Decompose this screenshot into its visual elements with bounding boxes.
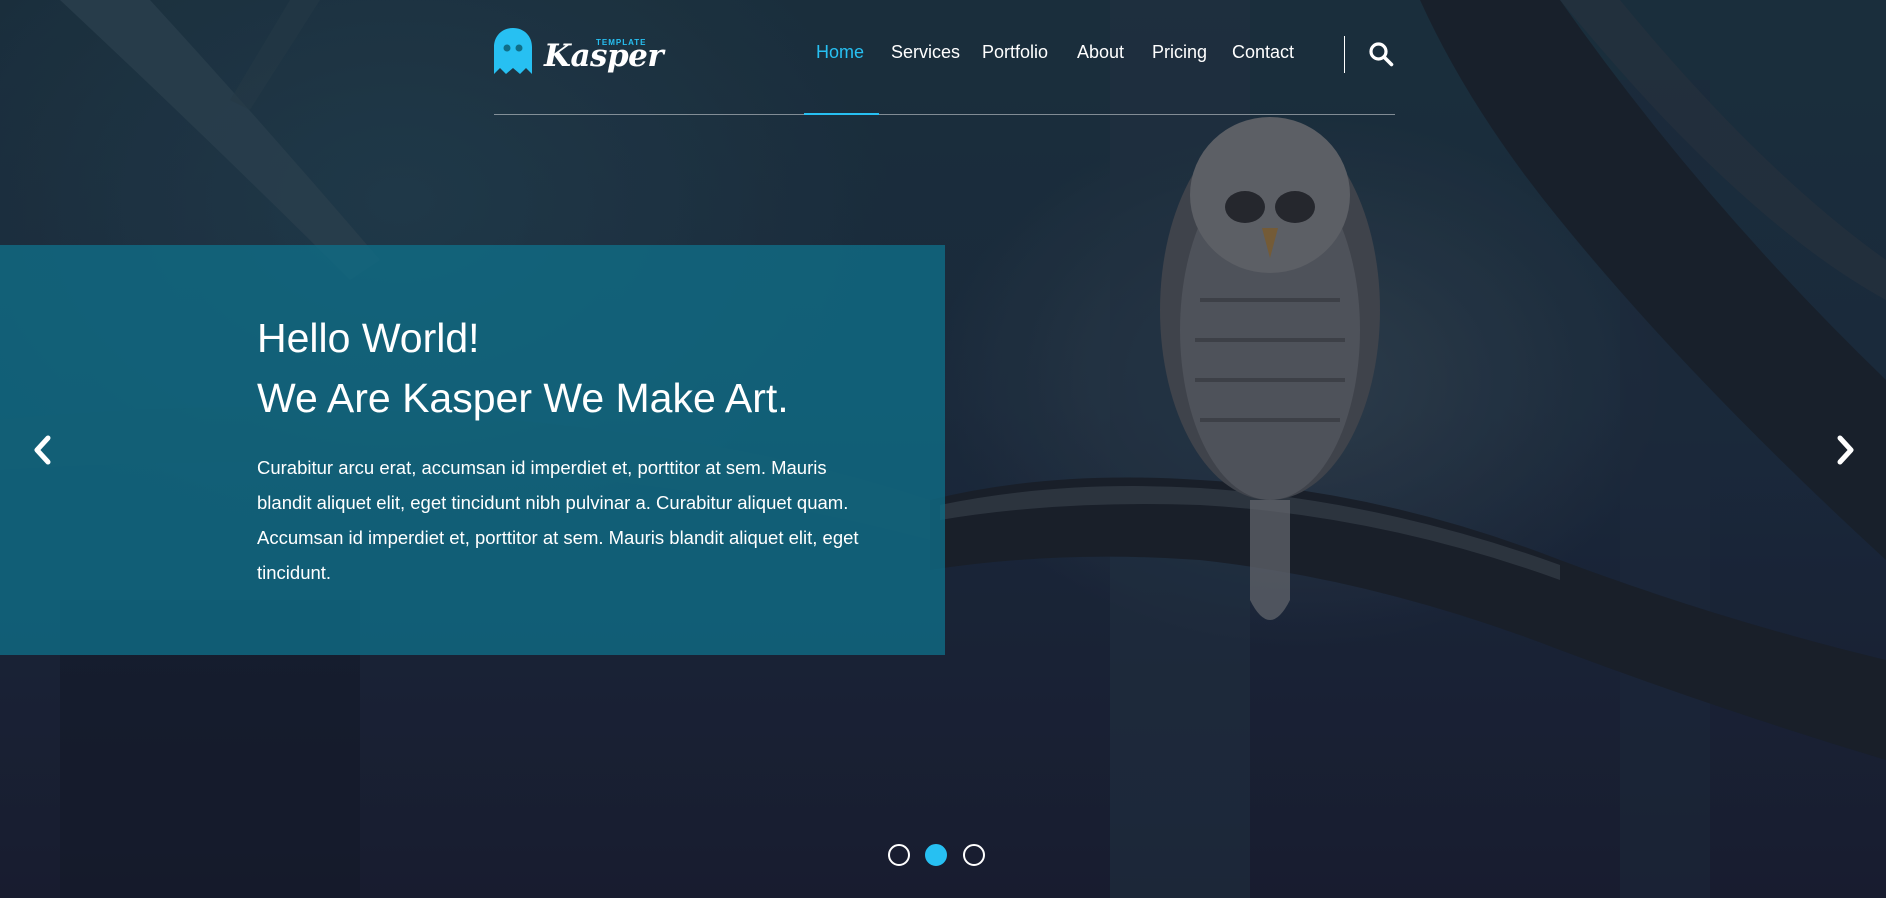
- nav-item-services[interactable]: Services: [891, 42, 960, 63]
- chevron-left-icon: [34, 435, 51, 465]
- ghost-logo-icon: [494, 28, 532, 74]
- nav-item-home[interactable]: Home: [816, 42, 864, 63]
- hero-slider: TEMPLATE Kasper Home Services Portfolio …: [0, 0, 1886, 898]
- slide-title-line-2: We Are Kasper We Make Art.: [257, 375, 789, 421]
- slider-dot-1[interactable]: [888, 844, 910, 866]
- slide-title-line-1: Hello World!: [257, 315, 480, 361]
- nav-item-contact[interactable]: Contact: [1232, 42, 1294, 63]
- slider-next-button[interactable]: [1828, 432, 1862, 468]
- nav-item-about[interactable]: About: [1077, 42, 1124, 63]
- slide-description: Curabitur arcu erat, accumsan id imperdi…: [257, 457, 859, 583]
- slider-dot-2[interactable]: [925, 844, 947, 866]
- slider-pagination: [888, 844, 992, 872]
- nav-item-portfolio[interactable]: Portfolio: [982, 42, 1048, 63]
- chevron-right-icon: [1837, 435, 1854, 465]
- search-button[interactable]: [1368, 41, 1394, 67]
- slider-prev-button[interactable]: [26, 432, 60, 468]
- brand-logo[interactable]: TEMPLATE Kasper: [494, 28, 664, 80]
- nav-divider: [1344, 36, 1345, 73]
- slider-dot-3[interactable]: [963, 844, 985, 866]
- brand-name: Kasper: [544, 38, 664, 74]
- active-nav-indicator: [804, 113, 879, 115]
- header-divider-line: [494, 114, 1395, 115]
- search-icon: [1369, 42, 1394, 67]
- nav-item-pricing[interactable]: Pricing: [1152, 42, 1207, 63]
- slide-caption-panel: Hello World! We Are Kasper We Make Art. …: [0, 245, 945, 655]
